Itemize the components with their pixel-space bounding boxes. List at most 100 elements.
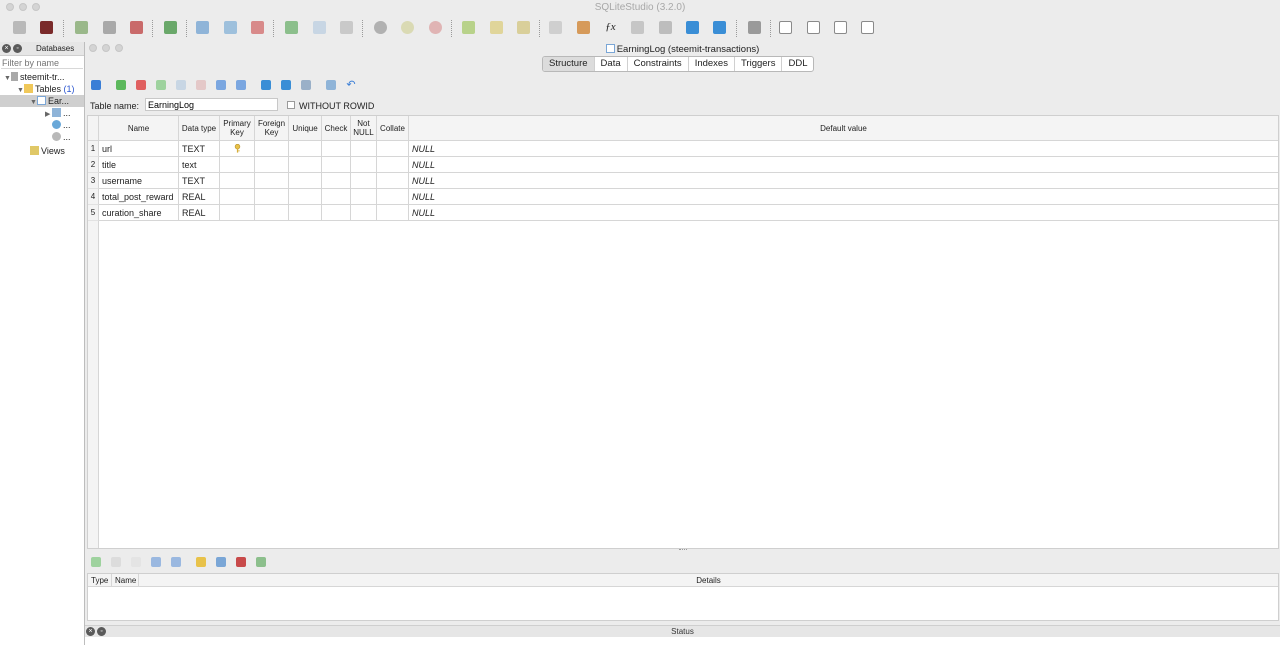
edit-database-icon[interactable]	[103, 21, 116, 34]
edit-index-icon[interactable]	[313, 21, 326, 34]
table-row-foreign-key[interactable]	[255, 205, 289, 221]
move-up-icon[interactable]	[216, 80, 226, 90]
extensions-icon[interactable]	[659, 21, 672, 34]
tab-structure[interactable]: Structure	[543, 57, 595, 71]
table-row-name[interactable]: curation_share	[99, 205, 179, 221]
table-row-not-null[interactable]	[351, 205, 377, 221]
functions-icon[interactable]: ƒx	[604, 21, 617, 34]
col-header-name[interactable]: Name	[99, 116, 179, 141]
table-row-collate[interactable]	[377, 173, 409, 189]
expand-arrow-icon[interactable]: ▶	[45, 109, 52, 121]
table-row-unique[interactable]	[289, 205, 322, 221]
expand-arrow-icon[interactable]: ▼	[4, 73, 11, 85]
cascade-windows-icon[interactable]	[861, 21, 874, 34]
filter-input[interactable]	[1, 57, 83, 69]
delete-table-icon[interactable]	[251, 21, 264, 34]
tree-item-database[interactable]: ▼ steemit-tr...	[4, 71, 65, 83]
tab-indexes[interactable]: Indexes	[689, 57, 735, 71]
tab-triggers[interactable]: Triggers	[735, 57, 783, 71]
table-row-check[interactable]	[322, 157, 351, 173]
rollback-icon[interactable]	[136, 80, 146, 90]
constraint-up-icon[interactable]	[151, 557, 161, 567]
commit-icon[interactable]	[116, 80, 126, 90]
add-primary-key-icon[interactable]	[196, 557, 206, 567]
tile-horizontal-icon[interactable]	[807, 21, 820, 34]
remove-database-icon[interactable]	[130, 21, 143, 34]
tree-item-views[interactable]: Views	[30, 145, 65, 157]
row-number[interactable]: 2	[88, 157, 99, 173]
tab-constraints[interactable]: Constraints	[628, 57, 689, 71]
tree-item-columns[interactable]: ▶...	[45, 107, 71, 119]
edit-view-icon[interactable]	[490, 21, 503, 34]
table-row-check[interactable]	[322, 141, 351, 157]
table-row-check[interactable]	[322, 205, 351, 221]
row-number[interactable]: 5	[88, 205, 99, 221]
tree-item-table-selected[interactable]: ▼ Ear...	[0, 95, 84, 107]
row-number[interactable]: 1	[88, 141, 99, 157]
constraints-header-name[interactable]: Name	[112, 574, 139, 587]
create-index-icon[interactable]	[285, 21, 298, 34]
delete-view-icon[interactable]	[517, 21, 530, 34]
tile-windows-icon[interactable]	[779, 21, 792, 34]
sql-editor-icon[interactable]	[549, 21, 562, 34]
create-table-icon[interactable]	[196, 21, 209, 34]
table-row-not-null[interactable]	[351, 141, 377, 157]
table-row-name[interactable]: url	[99, 141, 179, 157]
tab-data[interactable]: Data	[595, 57, 628, 71]
table-row-name[interactable]: username	[99, 173, 179, 189]
col-header-default-value[interactable]: Default value	[409, 116, 1278, 141]
history-icon[interactable]	[577, 21, 590, 34]
constraints-header-details[interactable]: Details	[139, 574, 1278, 587]
tab-ddl[interactable]: DDL	[782, 57, 813, 71]
table-row-default[interactable]: NULL	[409, 205, 1278, 221]
populate-table-icon[interactable]	[301, 80, 311, 90]
table-row-foreign-key[interactable]	[255, 173, 289, 189]
table-row-collate[interactable]	[377, 205, 409, 221]
table-row-type[interactable]: TEXT	[179, 141, 220, 157]
table-row-type[interactable]: text	[179, 157, 220, 173]
close-panel-icon[interactable]: ×	[2, 44, 11, 53]
table-row-collate[interactable]	[377, 141, 409, 157]
col-header-check[interactable]: Check	[322, 116, 351, 141]
row-number[interactable]: 4	[88, 189, 99, 205]
table-row-default[interactable]: NULL	[409, 173, 1278, 189]
disconnect-db-icon[interactable]	[40, 21, 53, 34]
table-row-not-null[interactable]	[351, 157, 377, 173]
table-row-check[interactable]	[322, 189, 351, 205]
connect-db-icon[interactable]	[13, 21, 26, 34]
constraints-header-type[interactable]: Type	[88, 574, 112, 587]
table-row-default[interactable]: NULL	[409, 157, 1278, 173]
table-row-default[interactable]: NULL	[409, 141, 1278, 157]
export-table-icon[interactable]	[281, 80, 291, 90]
constraint-down-icon[interactable]	[171, 557, 181, 567]
table-row-collate[interactable]	[377, 157, 409, 173]
table-row-collate[interactable]	[377, 189, 409, 205]
move-down-icon[interactable]	[236, 80, 246, 90]
splitter-handle[interactable]	[679, 549, 687, 553]
delete-index-icon[interactable]	[340, 21, 353, 34]
col-header-not-null[interactable]: Not NULL	[351, 116, 377, 141]
export-icon[interactable]	[713, 21, 726, 34]
edit-column-icon[interactable]	[176, 80, 186, 90]
delete-constraint-icon[interactable]	[131, 557, 141, 567]
add-database-icon[interactable]	[75, 21, 88, 34]
import-table-icon[interactable]	[261, 80, 271, 90]
table-row-not-null[interactable]	[351, 173, 377, 189]
add-unique-icon[interactable]	[236, 557, 246, 567]
tree-item-indexes[interactable]: ...	[52, 119, 71, 131]
tree-item-triggers[interactable]: ...	[52, 131, 71, 143]
add-check-icon[interactable]	[256, 557, 266, 567]
table-row-primary-key[interactable]	[220, 205, 255, 221]
edit-trigger-icon[interactable]	[401, 21, 414, 34]
tile-vertical-icon[interactable]	[834, 21, 847, 34]
table-row-foreign-key[interactable]	[255, 157, 289, 173]
table-row-default[interactable]: NULL	[409, 189, 1278, 205]
col-header-data-type[interactable]: Data type	[179, 116, 220, 141]
table-row-unique[interactable]	[289, 189, 322, 205]
create-view-icon[interactable]	[462, 21, 475, 34]
add-constraint-icon[interactable]	[91, 557, 101, 567]
table-row-name[interactable]: title	[99, 157, 179, 173]
table-row-type[interactable]: REAL	[179, 189, 220, 205]
import-icon[interactable]	[686, 21, 699, 34]
create-trigger-icon[interactable]	[374, 21, 387, 34]
